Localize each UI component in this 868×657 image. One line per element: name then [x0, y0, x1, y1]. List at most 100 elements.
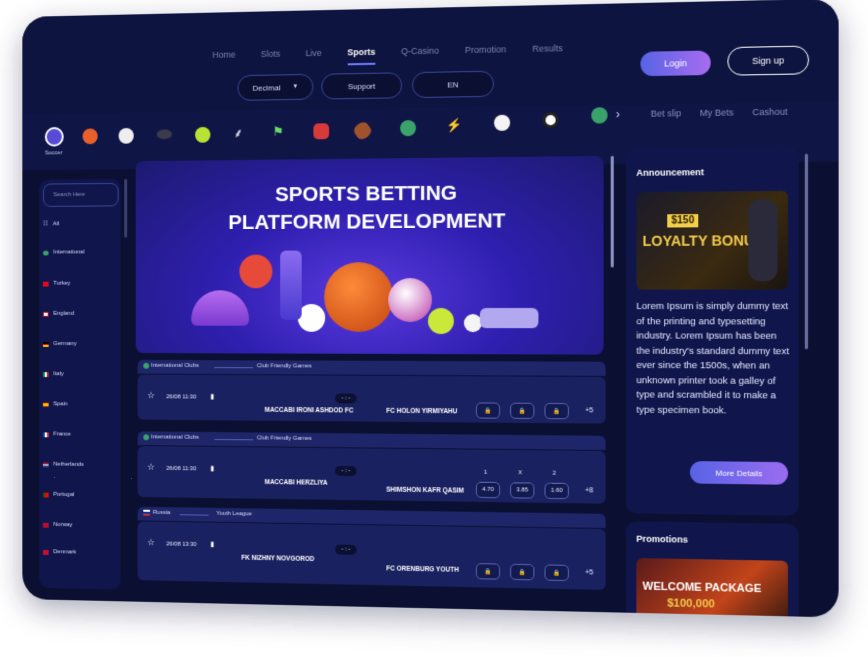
odd-button-lock[interactable]: 🔒 — [544, 403, 568, 419]
bet-slip-link[interactable]: Bet slip — [651, 108, 681, 119]
hockey-stick-icon[interactable]: ⸙ — [234, 126, 249, 142]
sidebar-item-international[interactable]: International — [43, 250, 84, 256]
odd-button-lock[interactable]: 🔒 — [476, 563, 500, 580]
nav-slots[interactable]: Slots — [261, 49, 280, 67]
home-team: MACCABI IRONI ASHDOD FC — [265, 407, 354, 415]
match-row[interactable]: ☆ 26/08 11:30 ▮ - : - MACCABI HERZLIYA S… — [138, 446, 606, 504]
nav-sports[interactable]: Sports — [347, 47, 375, 65]
sidebar-item-spain[interactable]: Spain — [43, 401, 68, 407]
stats-icon[interactable]: ▮ — [210, 393, 214, 401]
match-row[interactable]: ☆ 26/08 11:30 ▮ - : - MACCABI IRONI ASHD… — [138, 375, 606, 424]
boxing-icon[interactable] — [313, 123, 329, 139]
away-team: FC ORENBURG YOUTH — [386, 565, 458, 573]
nav-results[interactable]: Results — [532, 43, 562, 62]
odd-button-lock[interactable]: 🔒 — [510, 403, 534, 419]
odd-button-lock[interactable]: 🔒 — [544, 564, 568, 581]
stats-icon[interactable]: ▮ — [210, 465, 214, 473]
towel-image — [480, 308, 538, 328]
soccer-icon[interactable] — [45, 127, 64, 147]
match-league-label: Club Friendly Games — [257, 435, 312, 441]
ping-pong-paddle-image — [239, 255, 272, 289]
promotion-image[interactable]: WELCOME PACKAGE $100,000 — [636, 558, 788, 617]
search-placeholder: Search Here — [53, 192, 85, 198]
globe-icon — [143, 434, 149, 440]
app-window: Home Slots Live Sports Q-Casino Promotio… — [22, 0, 838, 617]
match-row[interactable]: ☆ 26/08 13:30 ▮ - : - FK NIZHNY NOVGOROD… — [138, 521, 606, 590]
golf-icon[interactable]: ⚑ — [272, 124, 288, 140]
list-icon: ☷ — [43, 220, 48, 227]
flag-spain-icon — [43, 402, 49, 407]
nav-q-casino[interactable]: Q-Casino — [401, 46, 439, 65]
globe-icon — [143, 363, 149, 369]
nav-promotion[interactable]: Promotion — [465, 44, 506, 63]
tennis-icon[interactable] — [195, 127, 210, 143]
divider — [214, 367, 253, 368]
bonus-amount: $150 — [667, 214, 698, 227]
promotions-title: Promotions — [636, 534, 688, 545]
support-button[interactable]: Support — [321, 72, 402, 99]
banner-title-line1: SPORTS BETTING — [136, 180, 604, 208]
stats-icon[interactable]: ▮ — [210, 540, 214, 548]
cashout-link[interactable]: Cashout — [752, 107, 787, 118]
announcement-image[interactable]: $150 LOYALTY BONUS — [636, 191, 788, 290]
divider — [180, 514, 209, 515]
promo-image-amount: $100,000 — [667, 597, 715, 610]
sidebar-item-portugal[interactable]: Portugal — [43, 492, 74, 498]
more-markets[interactable]: +5 — [585, 407, 593, 414]
match-group-label: Russia — [153, 510, 171, 516]
sidebar-item-label: France — [53, 432, 71, 438]
match-league-label: Club Friendly Games — [257, 363, 312, 369]
nav-home[interactable]: Home — [212, 50, 235, 68]
star-icon[interactable]: ☆ — [147, 537, 155, 548]
odd-button-draw[interactable]: 3.85 — [510, 482, 534, 498]
more-details-button[interactable]: More Details — [690, 461, 788, 485]
bottle-image — [280, 251, 301, 320]
bet-links: Bet slip My Bets Cashout — [651, 107, 788, 119]
match-date: 26/08 11:30 — [166, 466, 196, 472]
lock-icon: 🔒 — [553, 407, 561, 414]
promo-banner[interactable]: SPORTS BETTING PLATFORM DEVELOPMENT — [136, 156, 604, 355]
odd-button-home[interactable]: 4.70 — [476, 482, 500, 498]
sidebar-item-label: England — [53, 311, 74, 317]
odd-button-away[interactable]: 1.60 — [544, 483, 568, 499]
signup-button[interactable]: Sign up — [727, 46, 809, 76]
odd-button-lock[interactable]: 🔒 — [476, 402, 500, 418]
cricket-icon[interactable]: ⚡ — [446, 117, 462, 133]
baseball-icon[interactable] — [119, 128, 134, 144]
basketball-image — [324, 262, 393, 332]
sidebar-scrollbar[interactable] — [124, 179, 127, 238]
main-scrollbar[interactable] — [611, 156, 614, 268]
sidebar-item-norway[interactable]: Norway — [43, 522, 73, 528]
home-team: FK NIZHNY NOVGOROD — [241, 555, 314, 563]
sidebar-item-label: Turkey — [53, 281, 70, 287]
sidebar-item-all[interactable]: ☷ All — [43, 220, 59, 227]
more-markets[interactable]: +8 — [585, 487, 593, 494]
sidebar-item-germany[interactable]: Germany — [43, 341, 77, 347]
sidebar-item-netherlands[interactable]: Netherlands — [43, 462, 84, 468]
search-input[interactable]: Search Here — [43, 183, 119, 207]
star-icon[interactable]: ☆ — [147, 390, 155, 401]
more-details-label: More Details — [715, 468, 762, 478]
nav-live[interactable]: Live — [306, 48, 322, 66]
chevron-right-icon[interactable]: › — [616, 107, 620, 121]
match-group-label: International Clubs — [151, 363, 199, 369]
sidebar-item-england[interactable]: England — [43, 311, 74, 317]
player-silhouette — [748, 199, 777, 281]
more-markets[interactable]: +5 — [585, 569, 593, 576]
right-scrollbar[interactable] — [805, 154, 808, 350]
sidebar — [39, 179, 120, 590]
match-league-label: Youth League — [216, 511, 252, 517]
away-team: FC HOLON YIRMIYAHU — [386, 408, 457, 416]
sidebar-item-label: Spain — [53, 401, 67, 407]
language-select[interactable]: EN — [412, 71, 494, 98]
sidebar-item-france[interactable]: France — [43, 431, 71, 437]
sidebar-item-italy[interactable]: Italy — [43, 371, 64, 377]
login-button[interactable]: Login — [640, 50, 710, 76]
star-icon[interactable]: ☆ — [147, 462, 155, 473]
my-bets-link[interactable]: My Bets — [700, 107, 734, 118]
sidebar-item-denmark[interactable]: Denmark — [43, 549, 76, 555]
odds-format-select[interactable]: Decimal ▼ — [237, 74, 313, 101]
bonus-title: LOYALTY BONUS — [643, 232, 765, 249]
odd-button-lock[interactable]: 🔒 — [510, 564, 534, 581]
sidebar-item-turkey[interactable]: Turkey — [43, 281, 70, 287]
